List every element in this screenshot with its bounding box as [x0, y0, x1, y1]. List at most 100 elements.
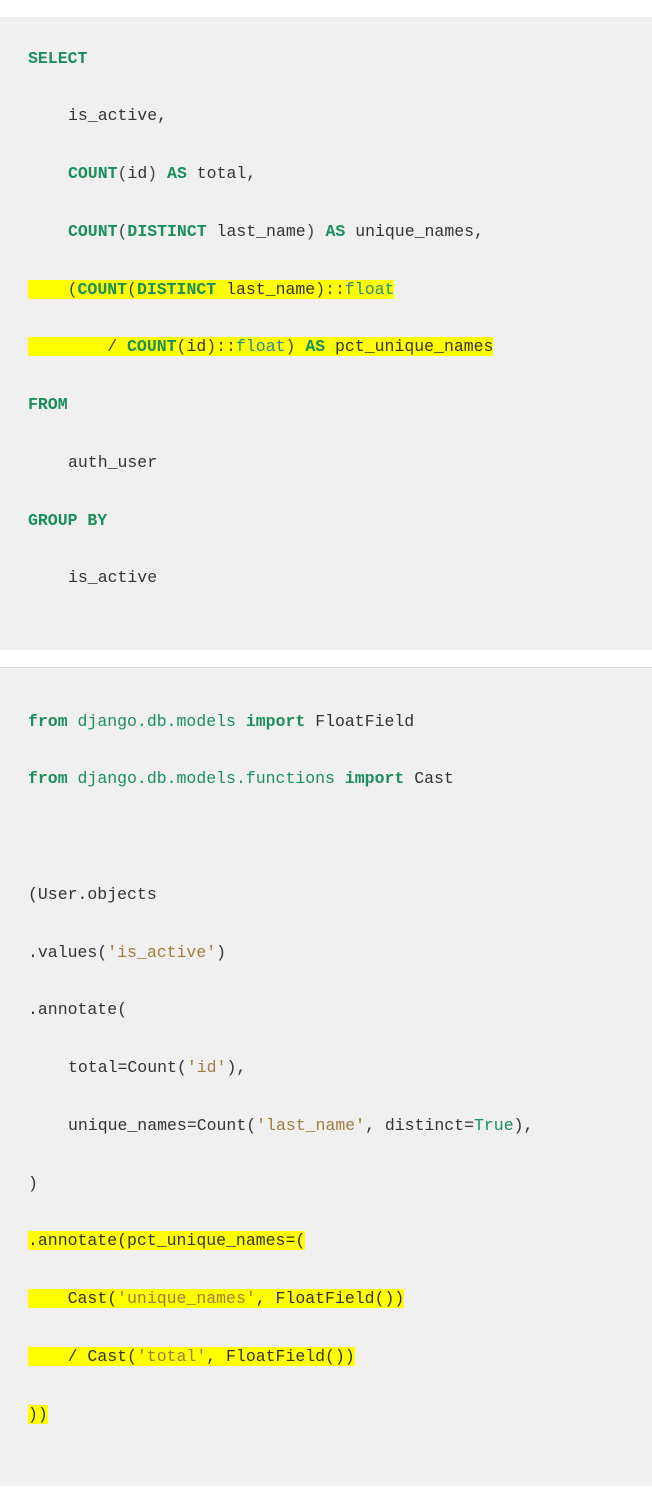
code-line: FROM: [28, 391, 628, 420]
string-unique-names: 'unique_names': [117, 1289, 256, 1308]
keyword-count: COUNT: [78, 280, 128, 299]
ident-floatfield: FloatField: [315, 712, 414, 731]
code-line-highlighted: )): [28, 1401, 628, 1430]
alias-unique-names: unique_names,: [355, 222, 484, 241]
code-line: GROUP BY: [28, 507, 628, 536]
kwarg-total: total=Count(: [68, 1058, 187, 1077]
code-line: from django.db.models import FloatField: [28, 708, 628, 737]
keyword-import: import: [246, 712, 305, 731]
punctuation: [325, 337, 335, 356]
keyword-distinct: DISTINCT: [137, 280, 216, 299]
col-id: id: [186, 337, 206, 356]
module-path: django.db.models.functions: [78, 769, 335, 788]
code-line: .values('is_active'): [28, 939, 628, 968]
code-line: is_active,: [28, 102, 628, 131]
code-line: unique_names=Count('last_name', distinct…: [28, 1112, 628, 1141]
alias-total: total,: [197, 164, 256, 183]
keyword-from: from: [28, 712, 68, 731]
col-id: id: [127, 164, 147, 183]
string-total: 'total': [137, 1347, 206, 1366]
code-line-highlighted: .annotate(pct_unique_names=(: [28, 1227, 628, 1256]
punctuation: (: [118, 164, 128, 183]
punctuation: ): [306, 222, 326, 241]
col-last-name: last_name: [217, 222, 306, 241]
keyword-group-by: GROUP BY: [28, 511, 107, 530]
punctuation: ),: [226, 1058, 246, 1077]
code-line: from django.db.models.functions import C…: [28, 765, 628, 794]
code-line: auth_user: [28, 449, 628, 478]
punctuation: )::: [315, 280, 345, 299]
punctuation: [207, 222, 217, 241]
punctuation: ): [28, 1174, 38, 1193]
keyword-as: AS: [305, 337, 325, 356]
sql-code-block: SELECT is_active, COUNT(id) AS total, CO…: [0, 17, 652, 651]
punctuation: [305, 712, 315, 731]
code-line-highlighted: Cast('unique_names', FloatField()): [28, 1285, 628, 1314]
punctuation: )): [28, 1405, 48, 1424]
code-line: is_active: [28, 564, 628, 593]
keyword-as: AS: [325, 222, 345, 241]
punctuation: (: [177, 337, 187, 356]
code-line: COUNT(id) AS total,: [28, 160, 628, 189]
code-line: .annotate(: [28, 996, 628, 1025]
punctuation: ): [216, 943, 226, 962]
punctuation: ): [147, 164, 167, 183]
punctuation: (: [68, 280, 78, 299]
code-line: SELECT: [28, 45, 628, 74]
kwarg-unique-names: unique_names=Count(: [68, 1116, 256, 1135]
keyword-distinct: DISTINCT: [127, 222, 206, 241]
keyword-count: COUNT: [127, 337, 177, 356]
col-last-name: last_name: [226, 280, 315, 299]
string-last-name: 'last_name': [256, 1116, 365, 1135]
op-division: / Cast(: [68, 1347, 137, 1366]
punctuation: [216, 280, 226, 299]
punctuation: [68, 769, 78, 788]
punctuation: )::: [206, 337, 236, 356]
kwarg-distinct: , distinct=: [365, 1116, 474, 1135]
keyword-count: COUNT: [68, 164, 118, 183]
call-floatfield: , FloatField()): [256, 1289, 405, 1308]
col-is-active: is_active: [68, 568, 157, 587]
code-line-highlighted: (COUNT(DISTINCT last_name)::float: [28, 276, 628, 305]
punctuation: [68, 712, 78, 731]
code-line-highlighted: / COUNT(id)::float) AS pct_unique_names: [28, 333, 628, 362]
code-line-highlighted: / Cast('total', FloatField()): [28, 1343, 628, 1372]
ident-cast: Cast: [414, 769, 454, 788]
punctuation: [187, 164, 197, 183]
keyword-from: from: [28, 769, 68, 788]
blank-line: [28, 823, 628, 852]
code-line: (User.objects: [28, 881, 628, 910]
call-annotate: .annotate(: [28, 1000, 127, 1019]
keyword-as: AS: [167, 164, 187, 183]
punctuation: /: [107, 337, 127, 356]
keyword-select: SELECT: [28, 49, 87, 68]
string-id: 'id': [187, 1058, 227, 1077]
module-path: django.db.models: [78, 712, 236, 731]
keyword-from: FROM: [28, 395, 68, 414]
call-floatfield: , FloatField()): [206, 1347, 355, 1366]
call-annotate-pct: .annotate(pct_unique_names=(: [28, 1231, 305, 1250]
type-float: float: [345, 280, 395, 299]
keyword-import: import: [345, 769, 404, 788]
punctuation: [236, 712, 246, 731]
const-true: True: [474, 1116, 514, 1135]
type-float: float: [236, 337, 286, 356]
table-auth-user: auth_user: [68, 453, 157, 472]
expr-user-objects: (User.objects: [28, 885, 157, 904]
punctuation: [404, 769, 414, 788]
string-is-active: 'is_active': [107, 943, 216, 962]
code-line: ): [28, 1170, 628, 1199]
punctuation: ): [286, 337, 306, 356]
code-line: COUNT(DISTINCT last_name) AS unique_name…: [28, 218, 628, 247]
punctuation: (: [127, 280, 137, 299]
punctuation: ),: [514, 1116, 534, 1135]
keyword-count: COUNT: [68, 222, 118, 241]
call-cast: Cast(: [68, 1289, 118, 1308]
call-values: .values(: [28, 943, 107, 962]
code-line: total=Count('id'),: [28, 1054, 628, 1083]
punctuation: [335, 769, 345, 788]
punctuation: (: [118, 222, 128, 241]
python-code-block: from django.db.models import FloatField …: [0, 667, 652, 1487]
col-is-active: is_active,: [68, 106, 167, 125]
alias-pct-unique-names: pct_unique_names: [335, 337, 493, 356]
